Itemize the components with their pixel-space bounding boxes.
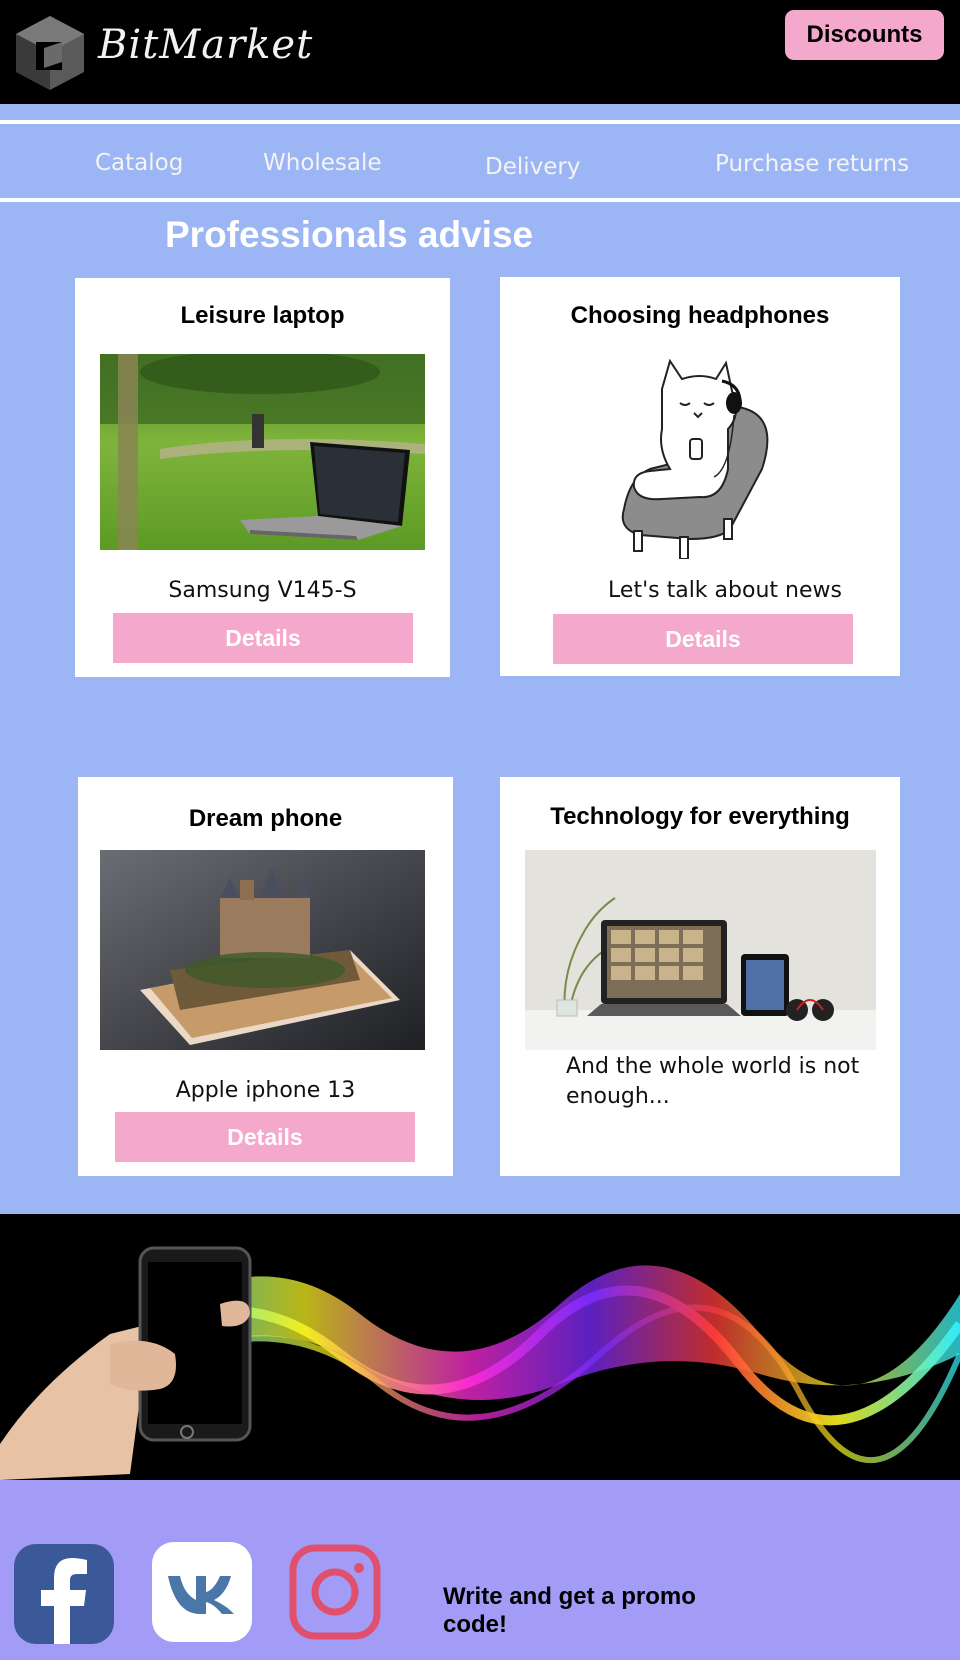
brand-name[interactable]: BitMarket — [98, 22, 313, 68]
details-button[interactable]: Details — [115, 1112, 415, 1162]
site-header: BitMarket Discounts — [0, 0, 960, 104]
cube-logo-icon[interactable] — [14, 14, 86, 90]
card-text: And the whole world is not enough... — [566, 1054, 860, 1109]
discounts-button[interactable]: Discounts — [785, 10, 944, 60]
card-title: Leisure laptop — [180, 302, 345, 329]
card-title: Technology for everything — [550, 803, 850, 830]
promo-code-text: Write and get a promo code! — [443, 1583, 696, 1638]
card-text: Apple iphone 13 — [175, 1078, 356, 1103]
card-title: Dream phone — [188, 805, 343, 832]
promo-banner — [0, 1214, 960, 1480]
laptop-tablet-headphones-image — [525, 850, 876, 1050]
nav-item-purchase-returns[interactable]: Purchase returns — [715, 151, 909, 177]
card-text: Let's talk about news — [608, 578, 842, 603]
instagram-icon[interactable] — [289, 1544, 389, 1644]
facebook-icon[interactable] — [14, 1544, 114, 1644]
card-dream-phone: Dream phone Apple iphone 13 Details — [78, 777, 453, 1176]
cat-with-headphones-image — [610, 359, 780, 559]
details-button[interactable]: Details — [113, 613, 413, 663]
card-leisure-laptop: Leisure laptop Samsung V145-S Details — [75, 278, 450, 677]
nav-item-catalog[interactable]: Catalog — [95, 150, 183, 176]
laptop-on-grass-image — [100, 354, 425, 550]
nav-item-wholesale[interactable]: Wholesale — [263, 150, 382, 176]
phone-with-castle-image — [100, 850, 425, 1050]
card-technology-for-everything: Technology for everything And the whole … — [500, 777, 900, 1176]
details-button[interactable]: Details — [553, 614, 853, 664]
nav-item-delivery[interactable]: Delivery — [485, 154, 580, 180]
vk-icon[interactable] — [152, 1542, 252, 1642]
nav-bottom-divider — [0, 198, 960, 202]
card-title: Choosing headphones — [570, 302, 830, 329]
card-text: Samsung V145-S — [168, 578, 357, 603]
section-title: Professionals advise — [165, 214, 534, 255]
card-choosing-headphones: Choosing headphones Let's talk about new… — [500, 277, 900, 676]
nav-top-divider — [0, 120, 960, 124]
